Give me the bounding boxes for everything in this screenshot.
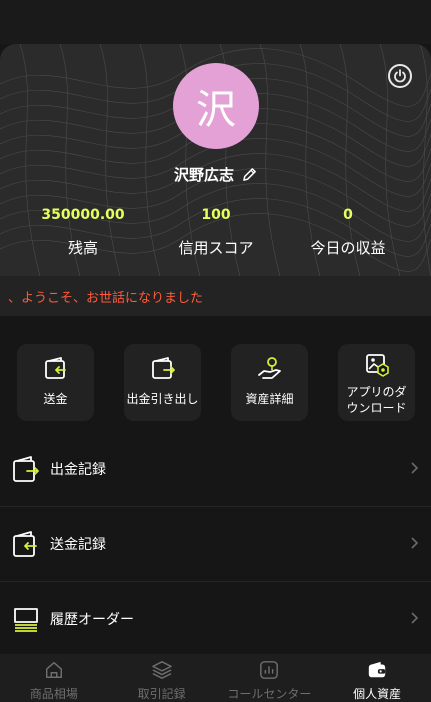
- records-menu: 出金記録 送金記録 履歴オーダー: [0, 432, 431, 657]
- stat-today-profit: 0 今日の収益: [276, 204, 420, 258]
- qa-label: 送金: [43, 392, 68, 406]
- stat-label: 残高: [67, 239, 98, 257]
- chevron-right-icon: [411, 612, 419, 624]
- status-bar: [0, 0, 431, 44]
- home-icon: [45, 662, 62, 678]
- asset-details-button[interactable]: 資産詳細: [231, 344, 308, 421]
- withdraw-record-icon: [13, 456, 39, 482]
- menu-label: 出金記録: [50, 462, 106, 478]
- chart-icon: [260, 661, 279, 679]
- hand-coin-icon: [257, 357, 281, 379]
- chevron-right-icon: [411, 462, 419, 474]
- wallet-in-icon: [44, 357, 66, 379]
- layers-icon: [151, 661, 172, 679]
- qa-label: 資産詳細: [245, 392, 294, 406]
- order-history-icon: [14, 608, 38, 632]
- username-row: 沢野広志: [0, 162, 431, 186]
- welcome-notice: 、ようこそ、お世話になりました: [0, 276, 431, 316]
- power-icon: [394, 69, 406, 83]
- stat-credit-score: 100 信用スコア: [144, 204, 288, 258]
- app-download-icon: [365, 354, 389, 377]
- menu-item-transfer-records[interactable]: 送金記録: [0, 507, 431, 582]
- qa-label: 出金引き出し: [126, 392, 199, 406]
- tab-label: コールセンター: [227, 687, 312, 701]
- avatar: 沢: [173, 63, 259, 149]
- qa-label: アプリのダウンロード: [346, 385, 407, 415]
- logout-power-button[interactable]: [388, 64, 412, 88]
- transfer-button[interactable]: 送金: [17, 344, 94, 421]
- stats-row: 350000.00 残高 100 信用スコア 0 今日の収益: [0, 204, 431, 264]
- pencil-icon[interactable]: [242, 167, 257, 182]
- wallet-out-icon: [151, 357, 175, 379]
- tab-label: 個人資産: [353, 687, 402, 701]
- stat-value: 0: [343, 207, 353, 223]
- tab-trade-records[interactable]: 取引記録: [108, 654, 216, 702]
- menu-label: 送金記録: [50, 537, 106, 553]
- menu-item-withdraw-records[interactable]: 出金記録: [0, 432, 431, 507]
- transfer-record-icon: [13, 531, 37, 557]
- stat-label: 今日の収益: [310, 239, 386, 257]
- app-download-button[interactable]: アプリのダウンロード: [338, 344, 415, 421]
- menu-label: 履歴オーダー: [50, 612, 134, 628]
- tab-label: 取引記録: [137, 687, 186, 701]
- tab-label: 商品相場: [29, 687, 78, 701]
- bottom-tab-bar: 商品相場 取引記録 コールセンター 個人資産: [0, 654, 431, 702]
- stat-value: 100: [201, 207, 231, 223]
- stat-balance: 350000.00 残高: [11, 204, 155, 258]
- quick-actions: 送金 出金引き出し 資産詳細 アプリのダウンロード: [0, 344, 431, 422]
- menu-item-order-history[interactable]: 履歴オーダー: [0, 582, 431, 657]
- username: 沢野広志: [173, 165, 234, 184]
- tab-call-center[interactable]: コールセンター: [216, 654, 324, 702]
- wallet-icon: [368, 661, 386, 678]
- stat-value: 350000.00: [41, 207, 125, 223]
- tab-market[interactable]: 商品相場: [0, 654, 108, 702]
- chevron-right-icon: [411, 537, 419, 549]
- tab-personal-assets[interactable]: 個人資産: [323, 654, 431, 702]
- stat-label: 信用スコア: [178, 239, 254, 257]
- profile-card: 沢 沢野広志 350000.00 残高 100 信用スコア 0 今日の収益: [0, 44, 431, 276]
- withdraw-button[interactable]: 出金引き出し: [124, 344, 201, 421]
